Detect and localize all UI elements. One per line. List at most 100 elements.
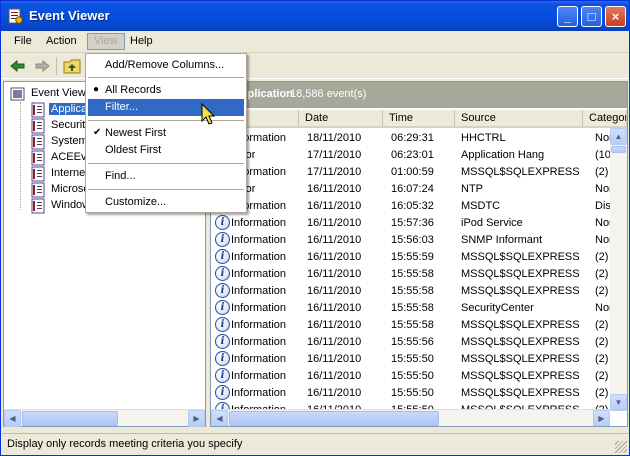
cell-category: None: [595, 132, 611, 144]
log-book-icon: [31, 166, 45, 182]
information-icon: i: [215, 249, 230, 264]
table-row[interactable]: i Information 16/11/2010 15:55:50 MSSQL$SQLE…: [211, 368, 611, 385]
cell-category: (2): [595, 319, 609, 331]
menu-action[interactable]: Action: [40, 34, 83, 51]
information-icon: i: [215, 334, 230, 349]
event-viewer-window: Event Viewer _ □ × File Action View Help: [0, 0, 630, 456]
column-date[interactable]: Date: [299, 110, 383, 126]
cell-category: (2): [595, 387, 609, 399]
cell-source: MSDTC: [461, 200, 501, 212]
cell-date: 16/11/2010: [307, 234, 362, 246]
menu-find[interactable]: Find...: [88, 168, 244, 185]
table-row[interactable]: iInformation16/11/201016:05:32MSDTCDisk: [211, 198, 611, 215]
cell-category: (2): [595, 370, 609, 382]
cell-source: MSSQL$SQLEXPRESS: [461, 251, 580, 263]
list-horizontal-scrollbar[interactable]: ◀ ▶: [211, 409, 610, 426]
menu-newest-first[interactable]: ✔ Newest First: [88, 125, 244, 142]
scroll-down-button[interactable]: ▼: [610, 394, 627, 411]
minimize-button[interactable]: _: [557, 6, 578, 27]
information-icon: i: [215, 317, 230, 332]
menu-filter[interactable]: Filter...: [88, 99, 244, 116]
cell-date: 16/11/2010: [307, 183, 362, 195]
menu-separator: [88, 120, 244, 121]
cell-source: SNMP Informant: [461, 234, 543, 246]
banner-event-count: 18,586 event(s): [290, 88, 367, 100]
cell-category: Disk: [595, 200, 611, 212]
menu-help[interactable]: Help: [124, 34, 159, 51]
cell-date: 16/11/2010: [307, 268, 362, 280]
cell-date: 17/11/2010: [307, 166, 362, 178]
scroll-right-button[interactable]: ▶: [593, 410, 610, 426]
table-row[interactable]: i Information 16/11/2010 15:55:58 MSSQL$SQLE…: [211, 317, 611, 334]
table-row[interactable]: i Information 16/11/2010 15:55:50 MSSQL$SQLE…: [211, 351, 611, 368]
tree-horizontal-scrollbar[interactable]: ◀ ▶: [4, 409, 205, 427]
scroll-up-button[interactable]: ▲: [610, 128, 627, 145]
table-row[interactable]: iError16/11/201016:07:24NTPNone: [211, 181, 611, 198]
scroll-left-button[interactable]: ◀: [211, 410, 228, 426]
menu-view[interactable]: View: [87, 33, 125, 50]
cell-date: 17/11/2010: [307, 149, 362, 161]
cell-source: MSSQL$SQLEXPRESS: [461, 319, 580, 331]
back-arrow-icon[interactable]: [8, 57, 28, 75]
checkmark-icon: ✔: [93, 127, 102, 138]
mouse-cursor-icon: [201, 103, 216, 125]
title-bar[interactable]: Event Viewer _ □ ×: [1, 1, 629, 31]
table-row[interactable]: i Information 16/11/2010 15:55:56 MSSQL$SQLE…: [211, 334, 611, 351]
up-one-level-icon[interactable]: [62, 57, 82, 75]
table-row[interactable]: i Information 16/11/2010 15:55:58 SecurityCe…: [211, 300, 611, 317]
table-row[interactable]: i Information 16/11/2010 15:56:03 SNMP Infor…: [211, 232, 611, 249]
table-row[interactable]: i Information 16/11/2010 15:57:36 iPod Servi…: [211, 215, 611, 232]
cell-source: HHCTRL: [461, 132, 506, 144]
cell-category: (2): [595, 166, 609, 178]
column-time[interactable]: Time: [383, 110, 455, 126]
cell-time: 15:55:50: [391, 370, 434, 382]
scroll-left-button[interactable]: ◀: [4, 410, 21, 427]
menu-customize[interactable]: Customize...: [88, 194, 244, 211]
cell-type: Information: [231, 234, 287, 246]
menu-item-label: Oldest First: [105, 144, 162, 156]
menu-oldest-first[interactable]: Oldest First: [88, 142, 244, 159]
cell-time: 15:55:50: [391, 353, 434, 365]
table-row[interactable]: iError17/11/201006:23:01Application Hang…: [211, 147, 611, 164]
menu-all-records[interactable]: ● All Records: [88, 82, 244, 99]
cell-date: 16/11/2010: [307, 336, 362, 348]
column-header: Type Date Time Source Category: [211, 110, 627, 128]
table-row[interactable]: i Information 16/11/2010 15:55:59 MSSQL$SQLE…: [211, 249, 611, 266]
resize-grip[interactable]: [615, 441, 627, 453]
scroll-thumb[interactable]: [611, 146, 626, 153]
menu-separator: [88, 189, 244, 190]
scroll-thumb[interactable]: [229, 411, 439, 426]
column-source[interactable]: Source: [455, 110, 583, 126]
forward-arrow-icon[interactable]: [32, 57, 52, 75]
cell-source: MSSQL$SQLEXPRESS: [461, 370, 580, 382]
cell-type: Information: [231, 319, 287, 331]
cell-category: None: [595, 302, 611, 314]
information-icon: i: [215, 368, 230, 383]
table-row[interactable]: i Information 16/11/2010 15:55:58 MSSQL$SQLE…: [211, 283, 611, 300]
table-row[interactable]: iInformation18/11/201006:29:31HHCTRLNone: [211, 130, 611, 147]
menu-add-remove-columns[interactable]: Add/Remove Columns...: [88, 57, 244, 74]
scroll-thumb[interactable]: [22, 411, 118, 426]
cell-category: (2): [595, 353, 609, 365]
cell-time: 16:07:24: [391, 183, 434, 195]
cell-time: 15:55:58: [391, 268, 434, 280]
maximize-button[interactable]: □: [581, 6, 602, 27]
cell-category: (101): [595, 149, 611, 161]
table-row[interactable]: iInformation17/11/201001:00:59MSSQL$SQLE…: [211, 164, 611, 181]
scroll-right-button[interactable]: ▶: [188, 410, 205, 427]
status-text: Display only records meeting criteria yo…: [7, 438, 243, 450]
window-title: Event Viewer: [29, 8, 110, 23]
menu-file[interactable]: File: [8, 34, 38, 51]
event-list-pane: Application 18,586 event(s) Type Date Ti…: [210, 81, 628, 427]
close-button[interactable]: ×: [605, 6, 626, 27]
table-row[interactable]: i Information 16/11/2010 15:55:50 MSSQL$SQLE…: [211, 385, 611, 402]
cell-date: 16/11/2010: [307, 302, 362, 314]
list-vertical-scrollbar[interactable]: ▲ ▼: [610, 128, 627, 411]
cell-time: 15:55:58: [391, 319, 434, 331]
column-category[interactable]: Category: [583, 110, 627, 126]
table-row[interactable]: i Information 16/11/2010 15:55:58 MSSQL$SQLE…: [211, 266, 611, 283]
cell-type: Information: [231, 285, 287, 297]
cell-category: None: [595, 217, 611, 229]
information-icon: i: [215, 232, 230, 247]
event-viewer-app-icon: [8, 8, 23, 24]
